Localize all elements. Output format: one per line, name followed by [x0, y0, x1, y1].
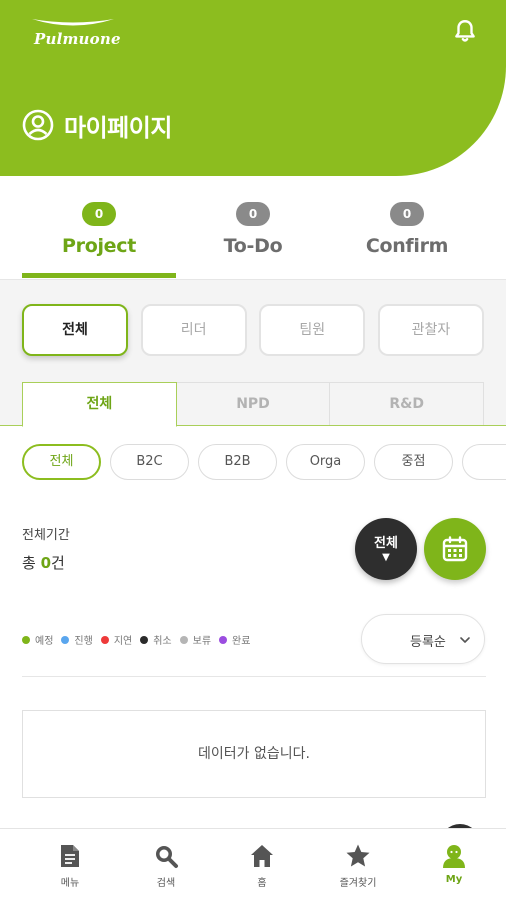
- segment-npd[interactable]: NPD: [176, 382, 331, 426]
- nav-favorites[interactable]: 즐겨찾기: [310, 829, 406, 900]
- logo-text: Pulmuone: [34, 30, 121, 48]
- tab-todo[interactable]: 0 To-Do: [176, 196, 330, 278]
- role-leader-button[interactable]: 리더: [140, 304, 247, 356]
- total-number: 0: [40, 554, 52, 572]
- nav-search[interactable]: 검색: [118, 829, 214, 900]
- app-header: Pulmuone 마이페이지: [0, 0, 506, 176]
- chip-all[interactable]: 전체: [22, 444, 101, 480]
- empty-state: 데이터가 없습니다.: [22, 710, 486, 798]
- total-count: 총 0건: [22, 552, 65, 573]
- status-filter-button[interactable]: 전체 ▼: [355, 518, 417, 580]
- chip-b2b[interactable]: B2B: [198, 444, 277, 480]
- total-suffix: 건: [51, 554, 65, 572]
- legend-label: 보류: [192, 636, 212, 647]
- role-all-button[interactable]: 전체: [22, 304, 128, 356]
- nav-label: 메뉴: [60, 878, 80, 889]
- role-filter: 전체 리더 팀원 관찰자: [22, 304, 484, 356]
- legend-item: 취소: [140, 632, 172, 647]
- nav-label: 검색: [156, 878, 176, 889]
- page-title: 마이페이지: [64, 113, 172, 142]
- calendar-button[interactable]: [424, 518, 486, 580]
- logo-swoosh-icon: [32, 19, 114, 26]
- sort-label: 등록순: [410, 635, 446, 650]
- legend-item: 예정: [22, 632, 53, 647]
- category-chips: 전체 B2C B2B Orga 중점: [22, 444, 506, 480]
- chip-b2c[interactable]: B2C: [110, 444, 189, 480]
- legend-label: 진행: [74, 636, 93, 647]
- tab-confirm[interactable]: 0 Confirm: [330, 196, 484, 278]
- nav-label: 즐겨찾기: [339, 878, 377, 889]
- legend-dot: [100, 635, 109, 644]
- legend-item: 완료: [219, 632, 250, 647]
- status-legend: 예정 진행 지연 취소 보류 완료: [22, 632, 258, 647]
- segment-all[interactable]: 전체: [22, 382, 177, 427]
- tab-count-badge: 0: [236, 202, 270, 226]
- nav-label: 홈: [257, 878, 267, 889]
- pulmuone-logo[interactable]: Pulmuone: [30, 16, 121, 48]
- main-tabs: 0 Project 0 To-Do 0 Confirm: [22, 196, 484, 278]
- calendar-icon: [442, 536, 468, 562]
- list-divider: [22, 676, 486, 677]
- legend-label: 취소: [153, 636, 172, 647]
- home-icon: [251, 845, 273, 867]
- chip-focus[interactable]: 중점: [374, 444, 453, 480]
- tab-count-badge: 0: [82, 202, 116, 226]
- legend-item: 보류: [179, 632, 212, 647]
- nav-menu[interactable]: 메뉴: [22, 829, 118, 900]
- nav-label: My: [445, 874, 463, 885]
- legend-label: 완료: [232, 636, 251, 647]
- legend-label: 예정: [35, 636, 54, 647]
- role-observer-button[interactable]: 관찰자: [377, 304, 484, 356]
- tab-label: To-Do: [223, 235, 283, 257]
- legend-dot: [179, 635, 188, 644]
- legend-dot: [61, 635, 70, 644]
- legend-dot: [140, 635, 149, 644]
- legend-item: 지연: [100, 632, 133, 647]
- nav-my[interactable]: My: [406, 829, 502, 900]
- legend-dot: [22, 635, 30, 644]
- period-label: 전체기간: [22, 528, 70, 543]
- bell-icon[interactable]: [452, 18, 478, 44]
- role-member-button[interactable]: 팀원: [259, 304, 366, 356]
- tab-project[interactable]: 0 Project: [22, 196, 176, 278]
- user-circle-icon: [22, 109, 54, 141]
- document-icon: [61, 845, 79, 867]
- legend-item: 진행: [61, 632, 93, 647]
- sort-dropdown[interactable]: 등록순: [361, 614, 485, 664]
- tab-count-badge: 0: [390, 202, 424, 226]
- triangle-down-icon: ▼: [382, 552, 390, 563]
- user-icon: [443, 845, 465, 868]
- segment-rnd[interactable]: R&D: [330, 382, 485, 426]
- star-icon: [346, 844, 370, 867]
- legend-dot: [219, 635, 228, 644]
- tab-label: Confirm: [365, 235, 449, 257]
- search-icon: [156, 846, 178, 868]
- status-filter-label: 전체: [374, 536, 398, 551]
- chevron-down-icon: [460, 637, 470, 643]
- nav-home[interactable]: 홈: [214, 829, 310, 900]
- chip-orga[interactable]: Orga: [286, 444, 365, 480]
- tab-label: Project: [62, 235, 136, 257]
- page-title-row: 마이페이지: [22, 108, 172, 142]
- total-prefix: 총: [22, 554, 41, 572]
- type-segments: 전체 NPD R&D: [22, 382, 485, 427]
- bottom-navigation: 메뉴 검색 홈 즐겨찾기 My: [0, 828, 506, 900]
- legend-label: 지연: [113, 636, 133, 647]
- chip-more[interactable]: [462, 444, 506, 480]
